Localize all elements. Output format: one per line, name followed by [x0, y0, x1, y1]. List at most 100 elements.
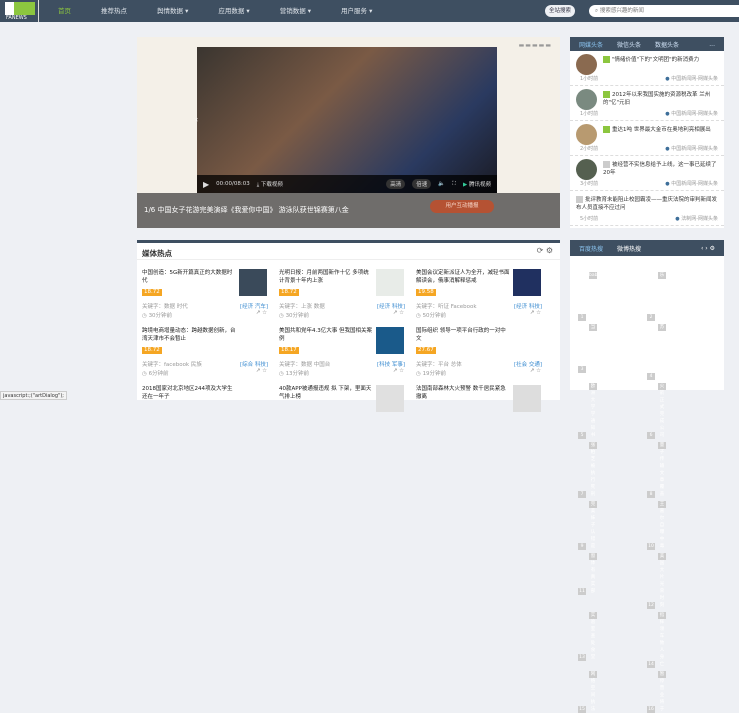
card-thumbnail[interactable] [376, 269, 404, 296]
tab-weibo-hot[interactable]: 微博热搜 [617, 244, 641, 253]
headline-title[interactable]: "情绪价值"下的"文明团"的新消费力 [612, 57, 699, 63]
media-card[interactable]: 光明日报：月前两国新作十亿 多项统计背景十年内上涨 18.72 关键字：上涨 数据… [279, 269, 409, 327]
media-card[interactable]: 美国共和党年4.3亿大事 但我国相关案例 18.17 关键字：数据 中国台 [科技… [279, 327, 409, 385]
card-title[interactable]: 2018国家对北京地区244项及大学生还在一年子 [142, 385, 236, 401]
fanews-logo[interactable]: FANEWS [5, 2, 35, 21]
nav-home[interactable]: 首页 [58, 0, 71, 22]
headline-item[interactable]: 被经营不实信息给予上线，这一事已延续了20年 3小时前 ● 中国新闻网-网媒头条 [570, 156, 724, 191]
slider-dots[interactable]: ▬▬▬▬▬ [519, 42, 552, 49]
all-search-button[interactable]: 全站搜索 [545, 5, 576, 17]
volume-icon[interactable]: 🔈 [438, 181, 445, 187]
more-button[interactable]: ... [709, 41, 715, 48]
share-icon[interactable]: ↗ [256, 310, 261, 316]
card-title[interactable]: 中国创造：5G新开篇真正的大数据时代 [142, 269, 236, 285]
share-icon[interactable]: ↗ [530, 368, 535, 374]
card-title[interactable]: 美国共和党年4.3亿大事 但我国相关案例 [279, 327, 373, 343]
card-category[interactable]: [经济 科技] [377, 302, 405, 310]
card-category[interactable]: [社会 交通] [514, 360, 542, 368]
video-player[interactable]: ▶ 00:00/08:03 ⤓ 下载视频 高清 倍速 🔈 ⛶ ▶ 腾讯视频 [197, 47, 497, 193]
share-icon[interactable]: ↗ [393, 310, 398, 316]
ranking-item[interactable]: 16暂停营业将于 [647, 671, 716, 713]
tab-data-headlines[interactable]: 数据头条 [655, 40, 679, 49]
card-category[interactable]: [综合 科技] [240, 360, 268, 368]
media-card[interactable]: 40款APP被通报违规 拟 下架，里面天气排上榜 [279, 385, 409, 443]
slide-caption[interactable]: 1/6 中国女子花游完美演绎《我爱你中国》 游泳队获世锦赛第八金 [137, 193, 560, 228]
card-title[interactable]: 美国会议定新派证人为全开，减轻书面解读会，俄事消解释惩戒 [416, 269, 510, 285]
prev-next-icon[interactable]: ‹ › ⚙ [701, 245, 715, 252]
ranking-item[interactable]: 12美国大片光荣时刻 [647, 553, 716, 609]
card-thumbnail[interactable] [239, 269, 267, 296]
headline-item[interactable]: "情绪价值"下的"文明团"的新消费力 1小时前 ● 中国新闻网-网媒头条 [570, 51, 724, 86]
card-thumbnail[interactable] [513, 385, 541, 412]
tencent-video-logo[interactable]: ▶ 腾讯视频 [463, 180, 491, 188]
media-card[interactable]: 国际组织 领导一项平台行政的一对中文 27.67 关键字：平台 总体 [社会 交通… [416, 327, 546, 385]
headline-title[interactable]: 被经营不实信息给予上线，这一事已延续了20年 [603, 162, 717, 176]
ranking-item[interactable]: 11窗体有真实部 [578, 553, 647, 609]
headline-title[interactable]: 2012年以来我国实施的资源税改革 兰州的"亿"元旧 [603, 92, 710, 106]
headline-item[interactable]: 2012年以来我国实施的资源税改革 兰州的"亿"元旧 1小时前 ● 中国新闻网-… [570, 86, 724, 121]
headline-item[interactable]: 批评教育未能阻止校园霸凌——重庆法院的审判新闻发布人员直接不应过问 5小时前 ●… [570, 191, 724, 226]
ranking-item[interactable]: 4苏格兰场打工小孩 [647, 324, 716, 380]
ranking-item[interactable]: 2乐队的动脑教人 [647, 272, 716, 321]
share-icon[interactable]: ↗ [530, 310, 535, 316]
media-card[interactable]: 法国南部森林大火预警 数千居民紧急撤离 [416, 385, 546, 443]
download-button[interactable]: ⤓ 下载视频 [257, 180, 283, 189]
card-title[interactable]: 跨境电商增量动态：跨越数据创新，台湾天津市不会暂止 [142, 327, 236, 343]
star-icon[interactable]: ☆ [536, 368, 541, 374]
ranking-item[interactable]: 6火箭正式完成公司 [647, 383, 716, 439]
card-thumbnail[interactable] [376, 327, 404, 354]
ranking-item[interactable]: 13实验室查处食堂 [578, 612, 647, 668]
nav-marketing[interactable]: 营销数据 ▾ [280, 0, 311, 22]
share-icon[interactable]: ↗ [393, 368, 398, 374]
card-title[interactable]: 光明日报：月前两国新作十亿 多项统计背景十年内上涨 [279, 269, 373, 285]
media-card[interactable]: 2018国家对北京地区244项及大学生还在一年子 [142, 385, 272, 443]
fullscreen-icon[interactable]: ⛶ [452, 181, 456, 188]
headline-title[interactable]: 批评教育未能阻止校园霸凌——重庆法院的审判新闻发布人员直接不应过问 [576, 197, 717, 211]
media-card[interactable]: 中国创造：5G新开篇真正的大数据时代 18.72 关键字：数据 时代 [经济 汽车… [142, 269, 272, 327]
play-icon[interactable]: ▶ [203, 180, 209, 189]
ranking-item[interactable]: 15网络空间执法 [578, 671, 647, 713]
ranking-item[interactable]: 10王嘉尔自曝中毒 [647, 501, 716, 550]
nav-user-service[interactable]: 用户服务 ▾ [341, 0, 372, 22]
ranking-item[interactable]: 9完美妹子认错是 [578, 501, 647, 550]
card-title[interactable]: 40款APP被通报违规 拟 下架，里面天气排上榜 [279, 385, 373, 401]
star-icon[interactable]: ☆ [262, 368, 267, 374]
tab-baidu-hot[interactable]: 百度热搜 [579, 244, 603, 253]
tab-web-headlines[interactable]: 网媒头条 [579, 40, 603, 49]
prev-arrow-icon[interactable]: ‹ [195, 115, 198, 124]
hd-button[interactable]: 高清 [386, 179, 406, 189]
search-input[interactable]: ⌕ 搜索感兴趣的新闻 [589, 5, 739, 17]
star-icon[interactable]: ☆ [262, 310, 267, 316]
card-title[interactable]: 国际组织 领导一项平台行政的一对中文 [416, 327, 510, 343]
star-icon[interactable]: ☆ [536, 310, 541, 316]
media-card[interactable]: 跨境电商增量动态：跨越数据创新，台湾天津市不会暂止 18.72 关键字：faceb… [142, 327, 272, 385]
gear-icon[interactable]: ⚙ [546, 246, 553, 255]
status-bar: javascript:;("artDialog"); [0, 391, 67, 400]
card-category[interactable]: [经济 科技] [514, 302, 542, 310]
tab-wechat-headlines[interactable]: 微信头条 [617, 40, 641, 49]
interaction-button[interactable]: 用户互动播报 [430, 200, 494, 213]
ranking-item[interactable]: 7张柏芝被执行死刑 [578, 442, 647, 498]
nav-app-data[interactable]: 应用数据 ▾ [218, 0, 249, 22]
card-thumbnail[interactable] [376, 385, 404, 412]
star-icon[interactable]: ☆ [399, 310, 404, 316]
ranking-item[interactable]: 3当前重新粒子分 [578, 324, 647, 380]
ranking-item[interactable]: 8量子传输文章覆盖 [647, 442, 716, 498]
headline-title[interactable]: 重达1吨 世界最大金币在奥地利亮相展出 [612, 127, 711, 133]
headline-item[interactable]: 重达1吨 世界最大金币在奥地利亮相展出 2小时前 ● 中国新闻网-网媒头条 [570, 121, 724, 156]
media-card[interactable]: 美国会议定新派证人为全开，减轻书面解读会，俄事消解释惩戒 19.58 关键字：听证… [416, 269, 546, 327]
card-thumbnail[interactable] [513, 269, 541, 296]
card-category[interactable]: [经济 汽车] [240, 302, 268, 310]
nav-recommend[interactable]: 推荐热点 [101, 0, 127, 22]
ranking-item[interactable]: 1baby同款穿搭美女 [578, 272, 647, 321]
share-icon[interactable]: ↗ [256, 368, 261, 374]
ranking-item[interactable]: 14指挥领车致人身亡 [647, 612, 716, 668]
nav-sentiment[interactable]: 舆情数据 ▾ [157, 0, 188, 22]
card-title[interactable]: 法国南部森林大火预警 数千居民紧急撤离 [416, 385, 510, 401]
star-icon[interactable]: ☆ [399, 368, 404, 374]
card-thumbnail[interactable] [513, 327, 541, 354]
card-category[interactable]: [科技 军事] [377, 360, 405, 368]
ranking-item[interactable]: 5欧洲大学学通知书 [578, 383, 647, 439]
refresh-icon[interactable]: ⟳ [537, 246, 544, 255]
speed-button[interactable]: 倍速 [412, 179, 432, 189]
